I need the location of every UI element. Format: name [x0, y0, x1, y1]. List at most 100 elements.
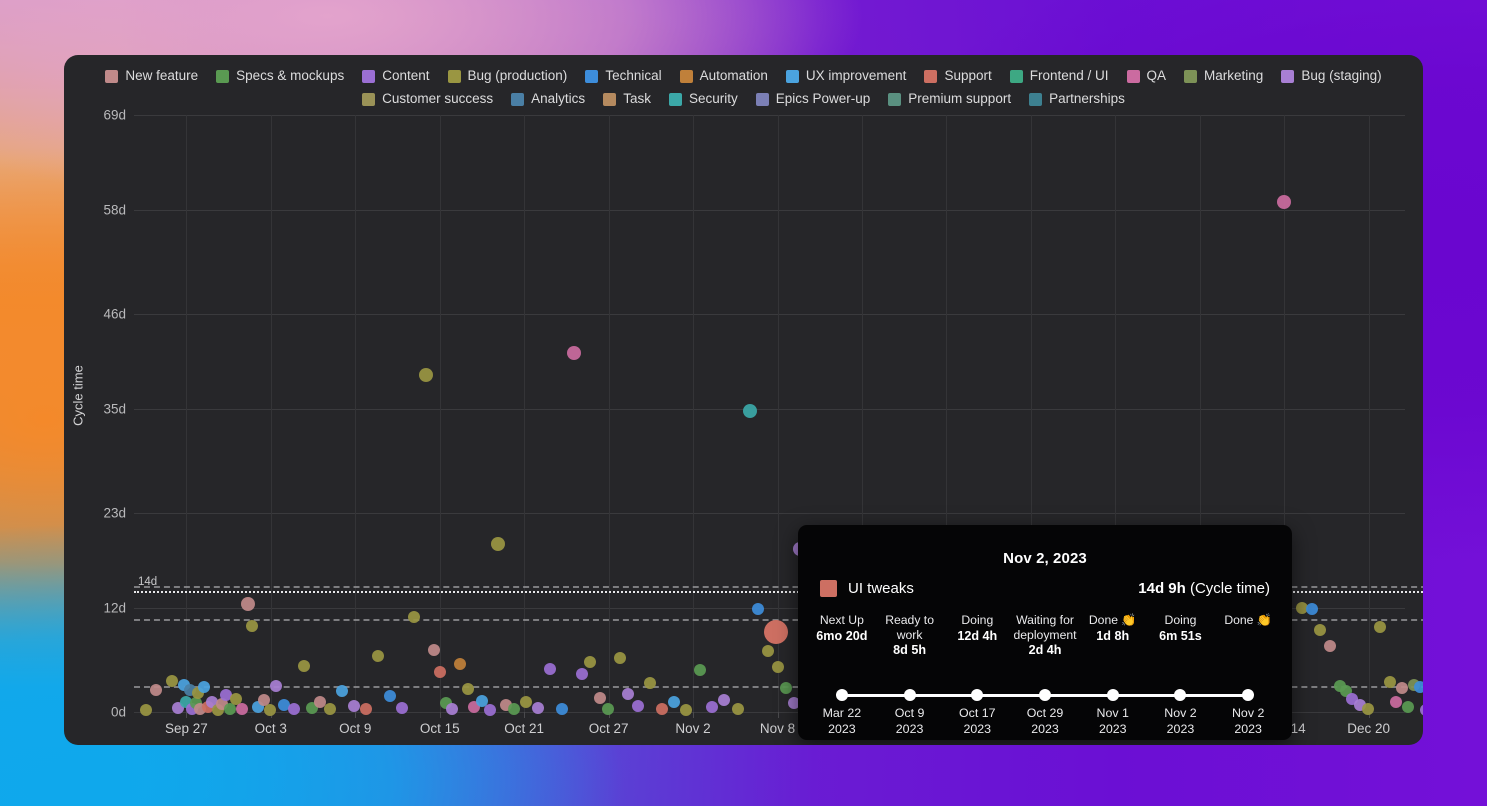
scatter-point[interactable] [772, 661, 784, 673]
legend-item-specs-mockups[interactable]: Specs & mockups [216, 68, 344, 84]
scatter-point[interactable] [668, 695, 680, 708]
scatter-point[interactable] [556, 702, 568, 715]
legend-item-content[interactable]: Content [362, 68, 430, 84]
scatter-point[interactable] [1306, 603, 1318, 616]
scatter-point[interactable] [544, 662, 556, 675]
legend-item-partnerships[interactable]: Partnerships [1029, 91, 1125, 107]
scatter-point[interactable] [270, 680, 282, 693]
legend-item-security[interactable]: Security [668, 91, 738, 107]
scatter-point[interactable] [743, 403, 757, 418]
scatter-point[interactable] [372, 649, 384, 662]
scatter-point[interactable] [408, 610, 420, 623]
scatter-point[interactable] [656, 702, 668, 715]
legend-item-customer-success[interactable]: Customer success [362, 91, 493, 107]
scatter-point[interactable] [298, 660, 310, 673]
legend-row-secondary: Customer success Analytics Task Security Epi… [64, 91, 1423, 107]
scatter-point[interactable] [1314, 623, 1326, 636]
scatter-point[interactable] [348, 699, 360, 712]
legend-item-support[interactable]: Support [924, 68, 992, 84]
y-gridline [134, 115, 1405, 116]
scatter-point[interactable] [166, 674, 178, 687]
legend-item-frontend-ui[interactable]: Frontend / UI [1009, 68, 1109, 84]
scatter-point[interactable] [1324, 640, 1336, 653]
tooltip-step-year: 2023 [828, 722, 856, 736]
scatter-point[interactable] [614, 652, 626, 665]
scatter-point[interactable] [246, 620, 258, 633]
scatter-point[interactable] [324, 702, 336, 715]
scatter-point[interactable] [532, 701, 544, 714]
scatter-point[interactable] [567, 345, 581, 360]
legend-item-premium-support[interactable]: Premium support [888, 91, 1011, 107]
scatter-point[interactable] [454, 658, 466, 671]
legend-item-analytics[interactable]: Analytics [511, 91, 585, 107]
tooltip-step-duration: 2d 4h [1028, 643, 1062, 657]
x-gridline [270, 115, 272, 712]
scatter-point[interactable] [462, 682, 474, 695]
scatter-point[interactable] [1277, 194, 1291, 209]
scatter-point[interactable] [1420, 704, 1423, 717]
legend-item-marketing[interactable]: Marketing [1184, 68, 1263, 84]
legend-item-task[interactable]: Task [603, 91, 651, 107]
scatter-point[interactable] [622, 687, 634, 700]
scatter-point[interactable] [419, 367, 433, 382]
scatter-point[interactable] [706, 700, 718, 713]
scatter-point[interactable] [336, 685, 348, 698]
scatter-point[interactable] [644, 676, 656, 689]
scatter-point[interactable] [396, 701, 408, 714]
legend-swatch-icon [603, 92, 617, 106]
x-axis-tick: Oct 27 [588, 721, 629, 736]
scatter-point[interactable] [428, 643, 440, 656]
scatter-point[interactable] [288, 703, 300, 716]
scatter-point[interactable] [150, 684, 162, 697]
scatter-point[interactable] [1402, 700, 1414, 713]
x-axis-tick: Oct 3 [254, 721, 287, 736]
scatter-point[interactable] [780, 681, 792, 694]
scatter-point[interactable] [384, 690, 396, 703]
tooltip-step-date: Oct 17 [959, 706, 996, 720]
tooltip-step-duration: 6mo 20d [816, 628, 868, 643]
scatter-point[interactable] [584, 655, 596, 668]
scatter-point[interactable] [236, 703, 248, 716]
scatter-point[interactable] [1414, 680, 1423, 693]
legend-item-qa[interactable]: QA [1126, 68, 1166, 84]
scatter-point[interactable] [508, 703, 520, 716]
scatter-point[interactable] [732, 703, 744, 716]
scatter-point[interactable] [576, 667, 588, 680]
scatter-point[interactable] [520, 696, 532, 709]
scatter-point[interactable] [718, 693, 730, 706]
tooltip-step-date: Mar 22 [822, 706, 862, 720]
scatter-point[interactable] [594, 692, 606, 705]
legend-swatch-icon [511, 92, 525, 106]
legend-item-technical[interactable]: Technical [585, 68, 662, 84]
legend-item-new-feature[interactable]: New feature [105, 68, 198, 84]
legend-item-automation[interactable]: Automation [679, 68, 768, 84]
highlighted-scatter-point[interactable] [764, 620, 788, 644]
scatter-point[interactable] [632, 699, 644, 712]
scatter-point[interactable] [434, 666, 446, 679]
scatter-point[interactable] [1384, 675, 1396, 688]
scatter-point[interactable] [446, 702, 458, 715]
scatter-point[interactable] [491, 537, 505, 552]
scatter-point[interactable] [752, 603, 764, 616]
scatter-point[interactable] [1374, 621, 1386, 634]
legend-item-ux-improvement[interactable]: UX improvement [785, 68, 906, 84]
scatter-point[interactable] [241, 596, 255, 611]
legend-swatch-icon [1281, 69, 1295, 83]
legend-item-bug-staging[interactable]: Bug (staging) [1281, 68, 1382, 84]
scatter-point[interactable] [360, 703, 372, 716]
scatter-point[interactable] [1362, 703, 1374, 716]
x-gridline [608, 115, 610, 712]
scatter-point[interactable] [1390, 695, 1402, 708]
scatter-point[interactable] [1396, 681, 1408, 694]
legend-item-epics-power-up[interactable]: Epics Power-up [755, 91, 870, 107]
legend-item-bug-production[interactable]: Bug (production) [447, 68, 567, 84]
scatter-point[interactable] [198, 680, 210, 693]
scatter-point[interactable] [680, 704, 692, 717]
scatter-point[interactable] [264, 704, 276, 717]
scatter-point[interactable] [484, 704, 496, 717]
scatter-point[interactable] [602, 703, 614, 716]
scatter-point[interactable] [762, 645, 774, 658]
scatter-point[interactable] [140, 704, 152, 717]
scatter-point[interactable] [694, 664, 706, 677]
x-axis-tick: Dec 20 [1347, 721, 1391, 736]
